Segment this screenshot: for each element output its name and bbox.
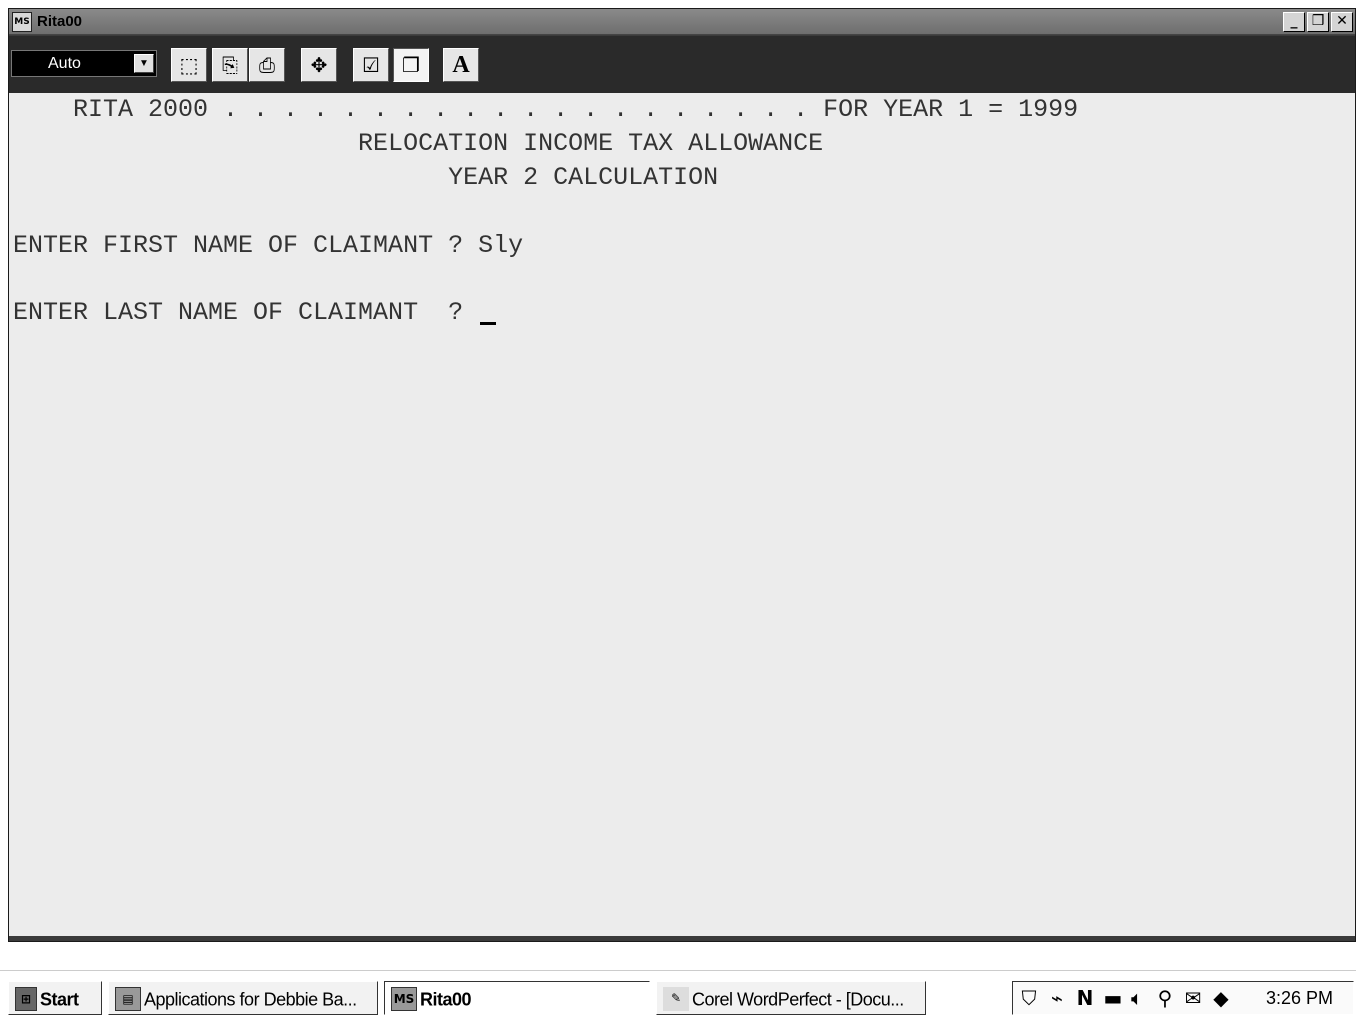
mail-icon[interactable]: ✉ [1181,986,1205,1010]
text-cursor [480,322,497,325]
minimize-button[interactable]: _ [1283,12,1305,32]
task-rita00[interactable]: MS Rita00 [384,981,650,1015]
speaker-icon[interactable]: 🔈︎ [1125,986,1149,1010]
copy-button[interactable]: ⎘ [212,48,248,82]
properties-button[interactable]: ☑ [353,48,389,82]
app-icon[interactable]: MS [12,12,32,32]
task-corel-wordperfect[interactable]: ✎ Corel WordPerfect - [Docu... [656,981,926,1015]
chevron-down-icon[interactable]: ▼ [134,54,154,73]
folder-window-icon: ▤ [115,987,141,1012]
app-icon: MS [391,987,417,1012]
task-label: Corel WordPerfect - [Docu... [692,989,904,1010]
close-button[interactable]: ✕ [1331,12,1353,32]
paste-button[interactable]: ⎙ [249,48,285,82]
clock[interactable]: 3:26 PM [1266,988,1333,1009]
system-tray: ⛉ ⌁ N ▬ 🔈︎ ⚲ ✉ ◆ 3:26 PM [1012,981,1354,1015]
program-title: RELOCATION INCOME TAX ALLOWANCE [13,129,824,158]
network-icon[interactable]: ⌁ [1045,986,1069,1010]
start-button[interactable]: ⊞ Start [8,981,102,1015]
user-icon[interactable]: ⚲ [1153,986,1177,1010]
mark-button[interactable]: ⬚ [171,48,207,82]
monitor-icon[interactable]: ▬ [1101,986,1125,1010]
console-output[interactable]: RITA 2000 . . . . . . . . . . . . . . . … [9,93,1355,936]
task-label: Rita00 [420,989,472,1010]
restore-button[interactable]: ❒ [1307,12,1329,32]
window-title: Rita00 [37,13,83,30]
font-size-select[interactable]: Auto ▼ [11,50,157,77]
font-size-value: Auto [48,55,81,72]
message-icon[interactable]: ◆ [1209,986,1233,1010]
window-controls: _ ❒ ✕ [1283,12,1353,32]
start-label: Start [40,989,79,1010]
last-name-prompt: ENTER LAST NAME OF CLAIMANT ? [13,298,479,327]
title-bar[interactable]: MS Rita00 _ ❒ ✕ [9,9,1355,35]
taskbar: ⊞ Start ▤ Applications for Debbie Ba... MS… [0,970,1356,1018]
task-applications-folder[interactable]: ▤ Applications for Debbie Ba... [108,981,378,1015]
n-icon[interactable]: N [1073,986,1097,1010]
calculation-subtitle: YEAR 2 CALCULATION [13,163,719,192]
last-name-prompt-row[interactable]: ENTER LAST NAME OF CLAIMANT ? [13,298,497,328]
windows-logo-icon: ⊞ [15,987,37,1012]
header-line: RITA 2000 . . . . . . . . . . . . . . . … [13,95,1079,124]
shield-icon[interactable]: ⛉ [1017,986,1041,1010]
wordperfect-icon: ✎ [663,987,689,1012]
background-button[interactable]: ❐ [393,48,429,82]
font-button[interactable]: A [443,48,479,82]
toolbar: Auto ▼ ⬚ ⎘ ⎙ ✥ ☑ ❐ A [9,36,1355,93]
task-label: Applications for Debbie Ba... [144,989,357,1010]
first-name-prompt: ENTER FIRST NAME OF CLAIMANT ? Sly [13,231,524,260]
app-window: MS Rita00 _ ❒ ✕ Auto ▼ ⬚ ⎘ ⎙ ✥ ☑ ❐ A RIT… [8,8,1356,942]
full-screen-button[interactable]: ✥ [301,48,337,82]
